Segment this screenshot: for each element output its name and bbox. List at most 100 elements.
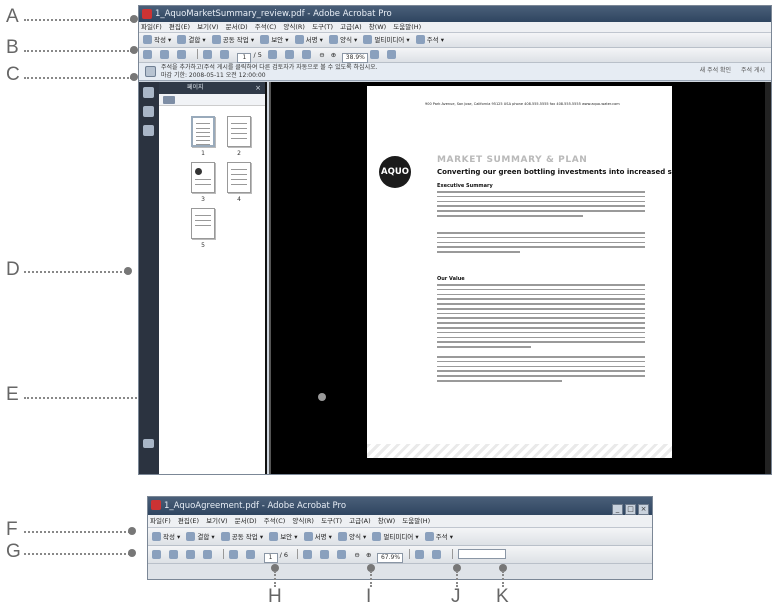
menu-help[interactable]: 도움말(H) (393, 23, 421, 31)
page-thumbnail[interactable] (227, 116, 251, 147)
fit-page-button[interactable] (370, 48, 381, 63)
callout-f: F (6, 519, 18, 540)
zoom-tool-button[interactable] (337, 546, 348, 564)
next-page-button[interactable] (246, 546, 257, 564)
menu-bar: 파일(F) 편집(E) 보기(V) 문서(D) 주석(C) 양식(R) 도구(T… (139, 22, 771, 33)
menu-comments[interactable]: 주석(C) (264, 517, 286, 525)
callout-f-dot (128, 527, 136, 535)
select-tool-button[interactable] (303, 546, 314, 564)
maximize-button[interactable]: □ (625, 504, 636, 515)
combine-button[interactable]: 결합 ▾ (177, 33, 206, 48)
menu-edit[interactable]: 편집(E) (178, 517, 199, 525)
menu-tools[interactable]: 도구(T) (312, 23, 333, 31)
zoom-field[interactable]: 67.9% (377, 553, 404, 563)
menu-comments[interactable]: 주석(C) (255, 23, 277, 31)
select-tool-button[interactable] (268, 48, 279, 63)
fit-width-button[interactable] (387, 48, 398, 63)
collaborate-button[interactable]: 공동 작업 ▾ (211, 33, 254, 48)
menu-view[interactable]: 보기(V) (206, 517, 227, 525)
menu-document[interactable]: 문서(D) (226, 23, 248, 31)
email-button[interactable] (177, 48, 188, 63)
hand-tool-button[interactable] (320, 546, 331, 564)
menu-forms[interactable]: 양식(R) (283, 23, 305, 31)
menu-file[interactable]: 파일(F) (141, 23, 162, 31)
menu-forms[interactable]: 양식(R) (292, 517, 314, 525)
menu-edit[interactable]: 편집(E) (169, 23, 190, 31)
document-pane[interactable]: 900 Park Avenue, San Jose, California 95… (269, 82, 771, 474)
vertical-scrollbar[interactable] (765, 82, 771, 474)
fit-page-button[interactable] (414, 546, 426, 564)
check-comments-button[interactable]: 새 주석 확인 (700, 67, 731, 74)
menu-advanced[interactable]: 고급(A) (340, 23, 361, 31)
window-title: 1_AquoAgreement.pdf - Adobe Acrobat Pro (164, 501, 347, 511)
page-thumbnail[interactable] (227, 162, 251, 193)
create-button[interactable]: 작성 ▾ (152, 528, 180, 546)
create-button[interactable]: 작성 ▾ (143, 33, 171, 48)
collaborate-button[interactable]: 공동 작업 ▾ (220, 528, 263, 546)
menu-file[interactable]: 파일(F) (150, 517, 171, 525)
secure-label: 보안 (271, 36, 284, 44)
menu-window[interactable]: 창(W) (369, 23, 386, 31)
callout-h: H (268, 586, 282, 605)
prev-page-button[interactable] (203, 48, 214, 63)
zoom-tool-button[interactable] (302, 48, 313, 63)
page-thumbnail[interactable] (191, 162, 215, 193)
sign-button[interactable]: 서명 ▾ (294, 33, 323, 48)
close-button[interactable]: × (638, 504, 649, 515)
hand-tool-button[interactable] (285, 48, 296, 63)
fit-width-button[interactable] (431, 546, 443, 564)
next-page-button[interactable] (220, 48, 231, 63)
create-label: 작성 (163, 533, 175, 541)
signatures-panel-icon[interactable] (143, 125, 154, 136)
page-thumbnail[interactable] (191, 208, 215, 239)
menu-tools[interactable]: 도구(T) (321, 517, 342, 525)
printer-icon (169, 550, 179, 559)
callout-e: E (6, 384, 19, 405)
fit-width-icon (431, 550, 441, 559)
forms-button[interactable]: 양식 ▾ (337, 528, 366, 546)
callout-b: B (6, 37, 19, 58)
comment-button[interactable]: 주석 ▾ (415, 33, 444, 48)
multimedia-button[interactable]: 멀티미디어 ▾ (363, 33, 410, 48)
menu-view[interactable]: 보기(V) (197, 23, 218, 31)
comment-button[interactable]: 주석 ▾ (424, 528, 453, 546)
zoom-out-button[interactable]: ⊖ (319, 48, 324, 63)
review-icon (145, 66, 156, 77)
open-button[interactable] (143, 48, 154, 63)
open-button[interactable] (152, 546, 163, 564)
search-field[interactable] (457, 549, 506, 559)
forms-button[interactable]: 양식 ▾ (328, 33, 357, 48)
menu-help[interactable]: 도움말(H) (402, 517, 430, 525)
find-button[interactable] (203, 546, 214, 564)
close-icon[interactable]: × (255, 84, 261, 92)
menu-document[interactable]: 문서(D) (235, 517, 257, 525)
page-number-field[interactable]: 1 (237, 53, 252, 63)
print-button[interactable] (169, 546, 180, 564)
comments-panel-icon[interactable] (143, 439, 154, 448)
zoom-field[interactable]: 38.9% (342, 53, 369, 63)
combine-button[interactable]: 결합 ▾ (186, 528, 215, 546)
bookmarks-panel-icon[interactable] (143, 106, 154, 117)
print-button[interactable] (160, 48, 171, 63)
menu-advanced[interactable]: 고급(A) (349, 517, 370, 525)
menu-window[interactable]: 창(W) (378, 517, 395, 525)
create-icon (143, 35, 152, 44)
publish-comments-button[interactable]: 주석 게시 (741, 67, 765, 74)
pages-panel-icon[interactable] (143, 87, 154, 98)
zoom-in-button[interactable]: ⊕ (366, 546, 371, 564)
magnifier-icon (302, 50, 312, 59)
zoom-out-button[interactable]: ⊖ (354, 546, 359, 564)
zoom-in-button[interactable]: ⊕ (331, 48, 336, 63)
minimize-button[interactable]: _ (612, 504, 623, 515)
callout-g-dot (128, 549, 136, 557)
multimedia-button[interactable]: 멀티미디어 ▾ (372, 528, 419, 546)
secure-button[interactable]: 보안 ▾ (260, 33, 289, 48)
pages-panel-options[interactable] (159, 94, 265, 106)
secure-button[interactable]: 보안 ▾ (269, 528, 298, 546)
page-thumbnail[interactable] (191, 116, 215, 147)
email-button[interactable] (186, 546, 197, 564)
sign-button[interactable]: 서명 ▾ (303, 528, 332, 546)
prev-page-button[interactable] (229, 546, 240, 564)
page-number-field[interactable]: 1 (263, 553, 278, 563)
binoculars-icon (203, 550, 213, 559)
